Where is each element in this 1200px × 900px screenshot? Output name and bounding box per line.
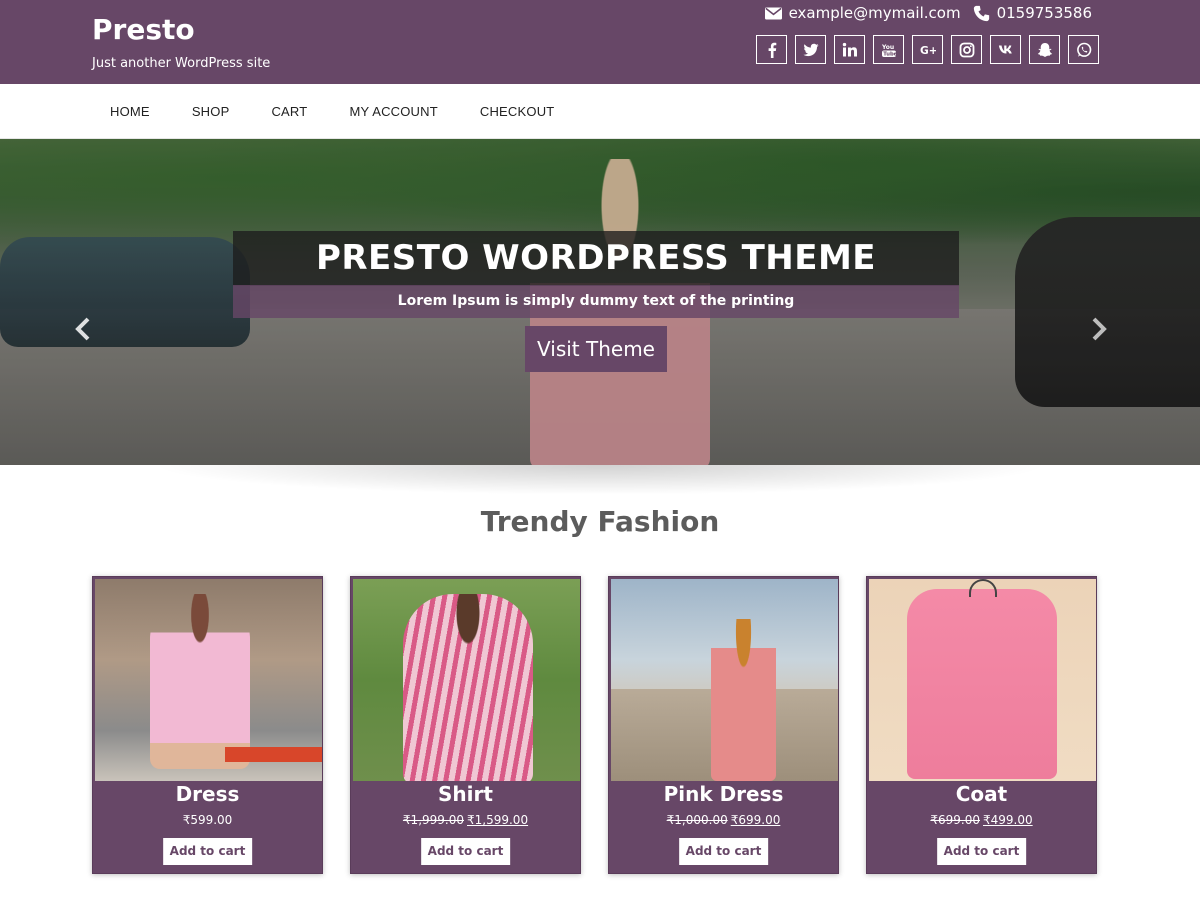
snapchat-link[interactable] bbox=[1029, 35, 1060, 64]
facebook-icon bbox=[768, 42, 776, 58]
envelope-icon bbox=[764, 7, 782, 19]
product-card[interactable]: Dress ₹599.00 Add to cart bbox=[92, 576, 323, 874]
google-plus-link[interactable]: G+ bbox=[912, 35, 943, 64]
nav-cart[interactable]: CART bbox=[250, 104, 328, 119]
product-image-figure bbox=[403, 594, 533, 781]
instagram-link[interactable] bbox=[951, 35, 982, 64]
product-price: ₹1,999.00 ₹1,599.00 bbox=[351, 813, 580, 827]
twitter-icon bbox=[803, 43, 818, 56]
site-header: Presto Just another WordPress site examp… bbox=[0, 0, 1200, 84]
product-image-figure bbox=[150, 594, 250, 769]
product-card[interactable]: Coat ₹699.00 ₹499.00 Add to cart bbox=[866, 576, 1097, 874]
instagram-icon bbox=[959, 42, 974, 57]
google-plus-icon: G+ bbox=[920, 44, 936, 57]
add-to-cart-button[interactable]: Add to cart bbox=[678, 838, 769, 865]
svg-text:You: You bbox=[881, 44, 894, 51]
product-card[interactable]: Shirt ₹1,999.00 ₹1,599.00 Add to cart bbox=[350, 576, 581, 874]
linkedin-icon bbox=[842, 42, 857, 56]
nav-checkout[interactable]: CHECKOUT bbox=[459, 104, 576, 119]
svg-text:G+: G+ bbox=[920, 44, 936, 57]
product-price: ₹1,000.00 ₹699.00 bbox=[609, 813, 838, 827]
product-image-coat bbox=[907, 589, 1057, 779]
add-to-cart-button[interactable]: Add to cart bbox=[936, 838, 1027, 865]
hero-subtitle: Lorem Ipsum is simply dummy text of the … bbox=[233, 285, 959, 318]
whatsapp-icon bbox=[1076, 42, 1091, 57]
social-links: You Tube G+ bbox=[756, 35, 1099, 64]
product-name[interactable]: Pink Dress bbox=[609, 782, 838, 806]
add-to-cart-button[interactable]: Add to cart bbox=[420, 838, 511, 865]
phone-icon bbox=[973, 5, 989, 21]
price-original: ₹1,999.00 bbox=[402, 813, 464, 827]
nav-shop[interactable]: SHOP bbox=[171, 104, 251, 119]
vk-icon bbox=[998, 45, 1012, 54]
section-title: Trendy Fashion bbox=[480, 505, 720, 538]
price-sale: ₹499.00 bbox=[983, 813, 1033, 827]
phone-text: 0159753586 bbox=[996, 4, 1092, 22]
snapchat-icon bbox=[1037, 42, 1052, 57]
chevron-right-icon[interactable] bbox=[1086, 317, 1110, 341]
svg-text:Tube: Tube bbox=[883, 51, 897, 57]
linkedin-link[interactable] bbox=[834, 35, 865, 64]
nav-my-account[interactable]: MY ACCOUNT bbox=[328, 104, 458, 119]
product-image-carpet bbox=[225, 747, 322, 762]
price-original: ₹1,000.00 bbox=[666, 813, 728, 827]
product-price: ₹599.00 bbox=[93, 813, 322, 827]
product-grid: Dress ₹599.00 Add to cart Shirt ₹1,999.0… bbox=[92, 576, 1097, 874]
product-name[interactable]: Dress bbox=[93, 782, 322, 806]
product-image[interactable] bbox=[353, 579, 580, 781]
product-image[interactable] bbox=[95, 579, 322, 781]
hero-shadow bbox=[150, 465, 1050, 495]
add-to-cart-button[interactable]: Add to cart bbox=[162, 838, 253, 865]
hero-slider: PRESTO WORDPRESS THEME Lorem Ipsum is si… bbox=[0, 139, 1200, 465]
youtube-link[interactable]: You Tube bbox=[873, 35, 904, 64]
hero-title: PRESTO WORDPRESS THEME bbox=[233, 231, 959, 286]
product-image-figure bbox=[711, 619, 776, 781]
price-sale: ₹1,599.00 bbox=[467, 813, 529, 827]
facebook-link[interactable] bbox=[756, 35, 787, 64]
product-image[interactable] bbox=[869, 579, 1096, 781]
price-sale: ₹699.00 bbox=[730, 813, 781, 827]
price-original: ₹699.00 bbox=[930, 813, 980, 827]
price-current: ₹599.00 bbox=[182, 813, 233, 827]
contact-info: example@mymail.com 0159753586 bbox=[764, 4, 1092, 22]
twitter-link[interactable] bbox=[795, 35, 826, 64]
vk-link[interactable] bbox=[990, 35, 1021, 64]
main-nav: HOME SHOP CART MY ACCOUNT CHECKOUT bbox=[0, 84, 1200, 139]
chevron-left-icon[interactable] bbox=[72, 317, 96, 341]
visit-theme-button[interactable]: Visit Theme bbox=[525, 326, 667, 372]
email-text: example@mymail.com bbox=[788, 4, 961, 22]
product-image-hanger bbox=[969, 579, 997, 597]
product-price: ₹699.00 ₹499.00 bbox=[867, 813, 1096, 827]
nav-home[interactable]: HOME bbox=[89, 104, 171, 119]
email-contact[interactable]: example@mymail.com bbox=[764, 4, 961, 22]
product-name[interactable]: Coat bbox=[867, 782, 1096, 806]
site-tagline: Just another WordPress site bbox=[92, 56, 271, 71]
product-image[interactable] bbox=[611, 579, 838, 781]
site-title[interactable]: Presto bbox=[92, 13, 195, 46]
product-card[interactable]: Pink Dress ₹1,000.00 ₹699.00 Add to cart bbox=[608, 576, 839, 874]
whatsapp-link[interactable] bbox=[1068, 35, 1099, 64]
product-name[interactable]: Shirt bbox=[351, 782, 580, 806]
phone-contact[interactable]: 0159753586 bbox=[973, 4, 1092, 22]
youtube-icon: YouTube bbox=[881, 44, 897, 58]
